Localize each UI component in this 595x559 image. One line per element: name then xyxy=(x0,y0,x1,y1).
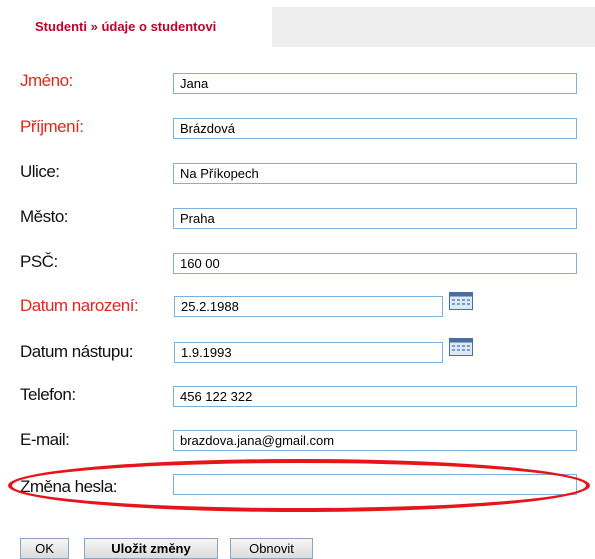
start-date-label: Datum nástupu: xyxy=(20,342,134,361)
birth-date-input[interactable] xyxy=(174,296,443,317)
phone-input[interactable] xyxy=(173,386,577,407)
calendar-icon[interactable] xyxy=(449,292,473,310)
street-label: Ulice: xyxy=(20,162,60,181)
street-input[interactable] xyxy=(173,163,577,184)
zip-label: PSČ: xyxy=(20,252,58,271)
email-label: E-mail: xyxy=(20,430,70,449)
city-label: Město: xyxy=(20,207,69,226)
last-name-input[interactable] xyxy=(173,118,577,139)
first-name-label: Jméno: xyxy=(20,71,73,90)
zip-input[interactable] xyxy=(173,253,577,274)
email-input[interactable] xyxy=(173,430,577,451)
start-date-input[interactable] xyxy=(174,342,443,363)
birth-date-label: Datum narození: xyxy=(20,296,139,315)
last-name-label: Příjmení: xyxy=(20,117,84,136)
first-name-input[interactable] xyxy=(173,73,577,94)
password-change-input[interactable] xyxy=(173,474,577,495)
calendar-icon[interactable] xyxy=(449,338,473,356)
phone-label: Telefon: xyxy=(20,385,76,404)
tab-student-details[interactable]: Studenti » údaje o studentovi xyxy=(10,7,272,48)
password-change-label: Změna hesla: xyxy=(20,477,118,496)
city-input[interactable] xyxy=(173,208,577,229)
